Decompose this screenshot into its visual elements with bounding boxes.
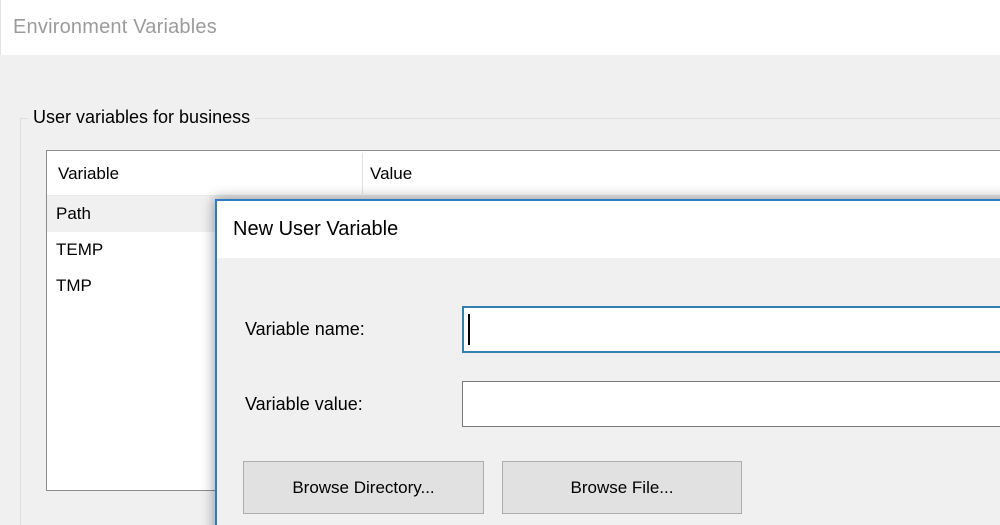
column-separator[interactable] bbox=[362, 153, 363, 194]
variable-value-label: Variable value: bbox=[245, 393, 363, 414]
new-user-variable-dialog: New User Variable Variable name: Variabl… bbox=[215, 199, 1000, 525]
user-variables-group-label: User variables for business bbox=[28, 104, 256, 130]
dialog-titlebar[interactable]: New User Variable bbox=[217, 201, 1000, 258]
text-caret bbox=[468, 314, 470, 345]
column-header-value[interactable]: Value bbox=[370, 151, 412, 196]
window-left-edge bbox=[0, 0, 1, 55]
column-header-variable[interactable]: Variable bbox=[58, 151, 119, 196]
table-header-row: Variable Value bbox=[47, 151, 1000, 196]
browse-file-button[interactable]: Browse File... bbox=[502, 461, 742, 514]
environment-variables-window: Environment Variables User variables for… bbox=[0, 0, 1000, 525]
window-title: Environment Variables bbox=[13, 16, 217, 38]
variable-value-input[interactable] bbox=[462, 381, 1000, 427]
browse-directory-button[interactable]: Browse Directory... bbox=[243, 461, 484, 514]
variable-name-input[interactable] bbox=[462, 306, 1000, 353]
window-titlebar: Environment Variables bbox=[0, 0, 1000, 55]
variable-name-label: Variable name: bbox=[245, 319, 365, 339]
dialog-title: New User Variable bbox=[233, 218, 399, 240]
